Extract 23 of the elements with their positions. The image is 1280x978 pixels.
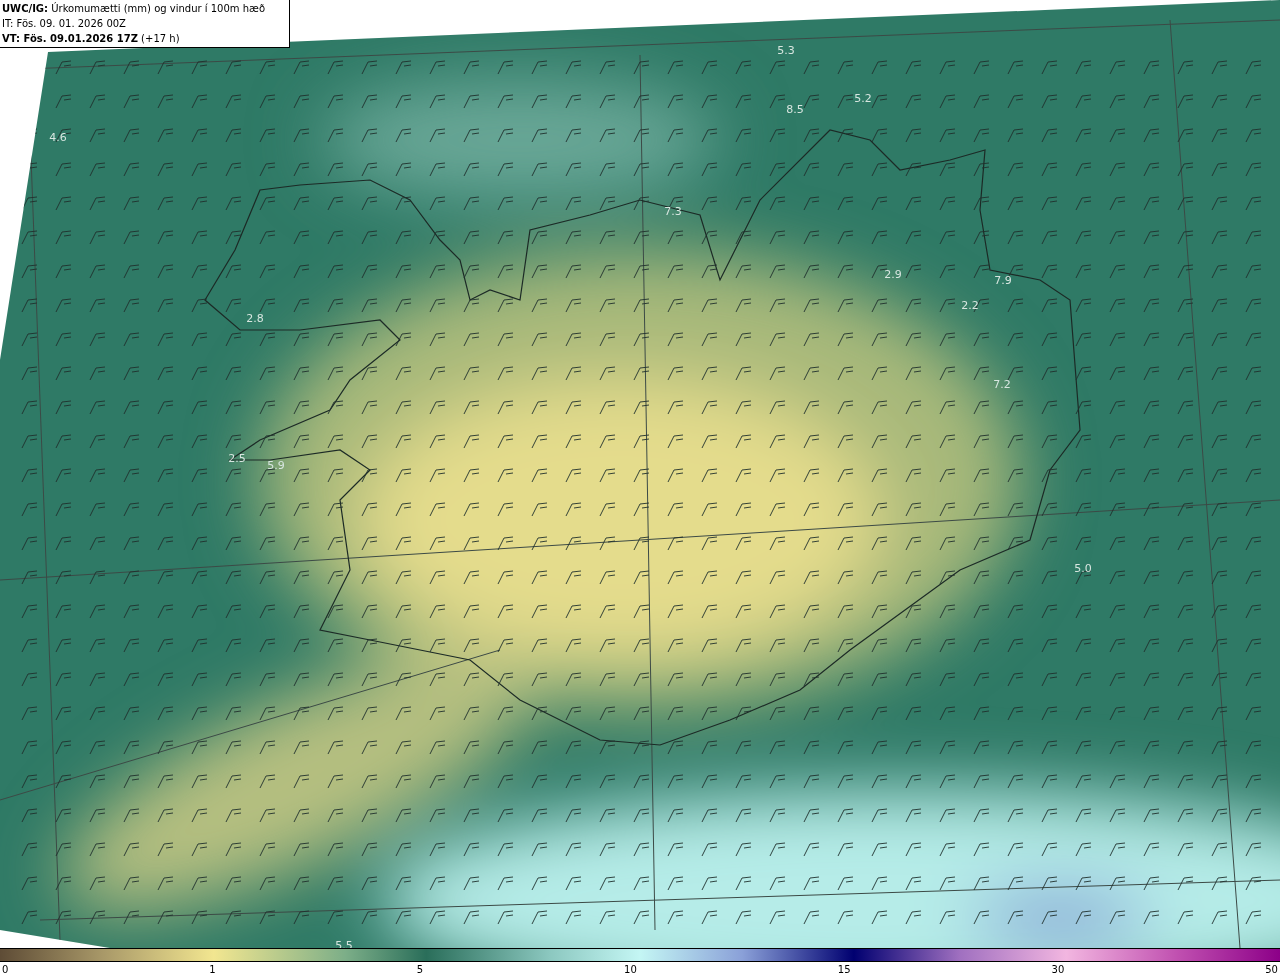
map-value-label: 5.9	[267, 459, 285, 472]
map-value-label: 7.3	[664, 205, 682, 218]
map-value-label: 4.6	[49, 131, 67, 144]
scale-tick-label: 30	[1051, 963, 1065, 977]
map-value-label: 8.5	[786, 103, 804, 116]
map-value-label: 2.9	[884, 268, 902, 281]
map-value-label: 5.3	[777, 44, 795, 57]
title-line: VT: Fös. 09.01.2026 17Z (+17 h)	[2, 32, 180, 46]
scale-tick-label: 0	[2, 963, 9, 977]
map-value-label: 5.2	[854, 92, 872, 105]
map-value-label: 5.0	[1074, 562, 1092, 575]
map-value-label: 2.5	[228, 452, 246, 465]
scale-tick-label: 1	[209, 963, 216, 977]
title-line: IT: Fös. 09. 01. 2026 00Z	[2, 17, 126, 31]
map-value-label: 7.9	[994, 274, 1012, 287]
map-value-label: 2.8	[246, 312, 264, 325]
title-line: UWC/IG: Úrkomumætti (mm) og vindur í 100m hæð	[2, 1, 266, 16]
scale-tick-label: 50	[1265, 963, 1278, 977]
map-value-label: 7.2	[993, 378, 1011, 391]
scale-tick-label: 15	[837, 963, 851, 977]
scale-tick-label: 5	[416, 963, 424, 977]
map-value-label: 2.2	[961, 299, 979, 312]
scale-tick-label: 10	[624, 963, 637, 977]
